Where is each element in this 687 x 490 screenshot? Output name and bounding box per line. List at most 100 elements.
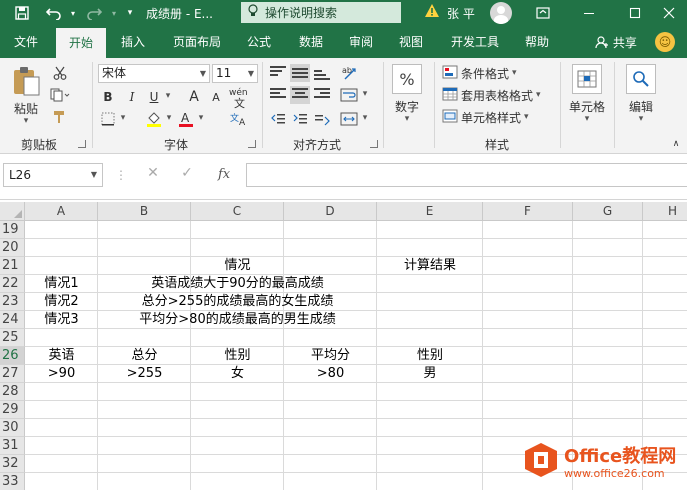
- row-header-20[interactable]: 20: [0, 239, 25, 257]
- bold-button[interactable]: B: [98, 88, 118, 106]
- row-header-27[interactable]: 27: [0, 365, 25, 383]
- wrap-text-icon[interactable]: [338, 86, 360, 104]
- tell-me-search[interactable]: 操作说明搜索: [241, 2, 401, 23]
- row-header-24[interactable]: 24: [0, 311, 25, 329]
- column-header-b[interactable]: B: [98, 202, 191, 221]
- tab-home[interactable]: 开始: [56, 28, 106, 58]
- cells-dropdown-icon[interactable]: ▾: [582, 114, 592, 124]
- row-header-29[interactable]: 29: [0, 401, 25, 419]
- paste-button[interactable]: 粘贴: [8, 100, 44, 116]
- change-case-icon[interactable]: 文A: [226, 110, 254, 128]
- tab-help[interactable]: 帮助: [514, 26, 560, 58]
- column-header-c[interactable]: C: [191, 202, 284, 221]
- tab-review[interactable]: 审阅: [338, 26, 384, 58]
- underline-button[interactable]: U: [144, 88, 164, 106]
- minimize-icon[interactable]: [566, 0, 612, 26]
- cell-styles-button[interactable]: 单元格样式 ▾: [442, 108, 542, 126]
- tab-formulas[interactable]: 公式: [236, 26, 282, 58]
- cell-d26[interactable]: 平均分: [284, 347, 377, 365]
- cell-a24[interactable]: 情况3: [25, 311, 98, 329]
- cell-b22[interactable]: 英语成绩大于90分的最高成绩: [98, 275, 377, 293]
- column-header-h[interactable]: H: [643, 202, 687, 221]
- cell-e26[interactable]: 性别: [377, 347, 483, 365]
- cancel-entry-icon[interactable]: ✕: [142, 165, 164, 185]
- cell-b27[interactable]: >255: [98, 365, 191, 383]
- cell-d27[interactable]: >80: [284, 365, 377, 383]
- name-box[interactable]: L26 ▼: [3, 163, 103, 187]
- cells-button[interactable]: 单元格: [566, 98, 608, 114]
- undo-dropdown-icon[interactable]: ▾: [63, 3, 83, 23]
- cell-c27[interactable]: 女: [191, 365, 284, 383]
- select-all-button[interactable]: [0, 202, 25, 221]
- row-header-32[interactable]: 32: [0, 455, 25, 473]
- row-header-21[interactable]: 21: [0, 257, 25, 275]
- cut-icon[interactable]: [50, 64, 70, 82]
- increase-font-button[interactable]: A: [184, 88, 204, 106]
- number-format-dropdown-icon[interactable]: ▾: [402, 114, 412, 124]
- cell-c21[interactable]: 情况: [191, 257, 284, 275]
- italic-button[interactable]: I: [122, 88, 142, 106]
- cell-a23[interactable]: 情况2: [25, 293, 98, 311]
- increase-indent-icon[interactable]: [290, 110, 310, 128]
- align-middle-icon[interactable]: [290, 64, 310, 82]
- align-bottom-icon[interactable]: [312, 64, 332, 82]
- row-header-26[interactable]: 26: [0, 347, 25, 365]
- column-header-d[interactable]: D: [284, 202, 377, 221]
- warning-icon[interactable]: [424, 3, 440, 22]
- cell-a26[interactable]: 英语: [25, 347, 98, 365]
- ribbon-display-options-icon[interactable]: [520, 0, 566, 26]
- tab-view[interactable]: 视图: [388, 26, 434, 58]
- find-icon[interactable]: [626, 64, 656, 94]
- indent-cw-icon[interactable]: [312, 110, 334, 128]
- share-button[interactable]: 共享: [595, 34, 637, 51]
- row-header-33[interactable]: 33: [0, 473, 25, 490]
- confirm-entry-icon[interactable]: ✓: [176, 165, 198, 185]
- tab-insert[interactable]: 插入: [110, 26, 156, 58]
- row-header-30[interactable]: 30: [0, 419, 25, 437]
- font-name-dropdown-icon[interactable]: ▼: [200, 65, 206, 82]
- cell-a22[interactable]: 情况1: [25, 275, 98, 293]
- font-color-dropdown-icon[interactable]: ▾: [196, 113, 206, 123]
- avatar[interactable]: [490, 2, 512, 24]
- merge-center-dropdown-icon[interactable]: ▾: [360, 113, 370, 123]
- editing-dropdown-icon[interactable]: ▾: [636, 114, 646, 124]
- cell-b23[interactable]: 总分>255的成绩最高的女生成绩: [98, 293, 377, 311]
- font-color-icon[interactable]: A: [176, 110, 196, 128]
- cell-c26[interactable]: 性别: [191, 347, 284, 365]
- undo-icon[interactable]: [44, 3, 64, 23]
- insert-function-icon[interactable]: fx: [218, 167, 230, 182]
- row-header-22[interactable]: 22: [0, 275, 25, 293]
- fill-color-icon[interactable]: [144, 110, 164, 128]
- font-size-dropdown-icon[interactable]: ▼: [248, 65, 254, 82]
- cell-b26[interactable]: 总分: [98, 347, 191, 365]
- user-name[interactable]: 张 平: [447, 5, 475, 22]
- borders-icon[interactable]: [98, 110, 118, 128]
- column-header-g[interactable]: G: [573, 202, 643, 221]
- align-top-icon[interactable]: [268, 64, 288, 82]
- decrease-indent-icon[interactable]: [268, 110, 288, 128]
- row-header-28[interactable]: 28: [0, 383, 25, 401]
- collapse-ribbon-icon[interactable]: ∧: [670, 138, 682, 150]
- customize-toolbar-icon[interactable]: ▾: [120, 3, 140, 23]
- format-painter-icon[interactable]: [50, 108, 70, 126]
- tab-developer[interactable]: 开发工具: [440, 26, 510, 58]
- format-as-table-button[interactable]: 套用表格格式 ▾: [442, 86, 552, 104]
- font-launcher-icon[interactable]: [248, 140, 256, 148]
- merge-center-icon[interactable]: [338, 110, 360, 128]
- clipboard-launcher-icon[interactable]: [78, 140, 86, 148]
- percent-icon[interactable]: %: [392, 64, 422, 94]
- cell-e27[interactable]: 男: [377, 365, 483, 383]
- tab-page-layout[interactable]: 页面布局: [162, 26, 232, 58]
- close-icon[interactable]: [650, 0, 687, 26]
- number-format-button[interactable]: 数字: [388, 98, 426, 114]
- cell-a27[interactable]: >90: [25, 365, 98, 383]
- fill-color-dropdown-icon[interactable]: ▾: [164, 113, 174, 123]
- alignment-launcher-icon[interactable]: [370, 140, 378, 148]
- cell-e21[interactable]: 计算结果: [377, 257, 483, 275]
- redo-icon[interactable]: [84, 3, 104, 23]
- row-header-19[interactable]: 19: [0, 221, 25, 239]
- smile-icon[interactable]: ☺: [655, 32, 675, 52]
- phonetic-guide-button[interactable]: wén 文: [226, 88, 254, 110]
- formula-bar-grip-icon[interactable]: ⋮: [115, 168, 127, 182]
- font-name-combo[interactable]: 宋体 ▼: [98, 64, 210, 83]
